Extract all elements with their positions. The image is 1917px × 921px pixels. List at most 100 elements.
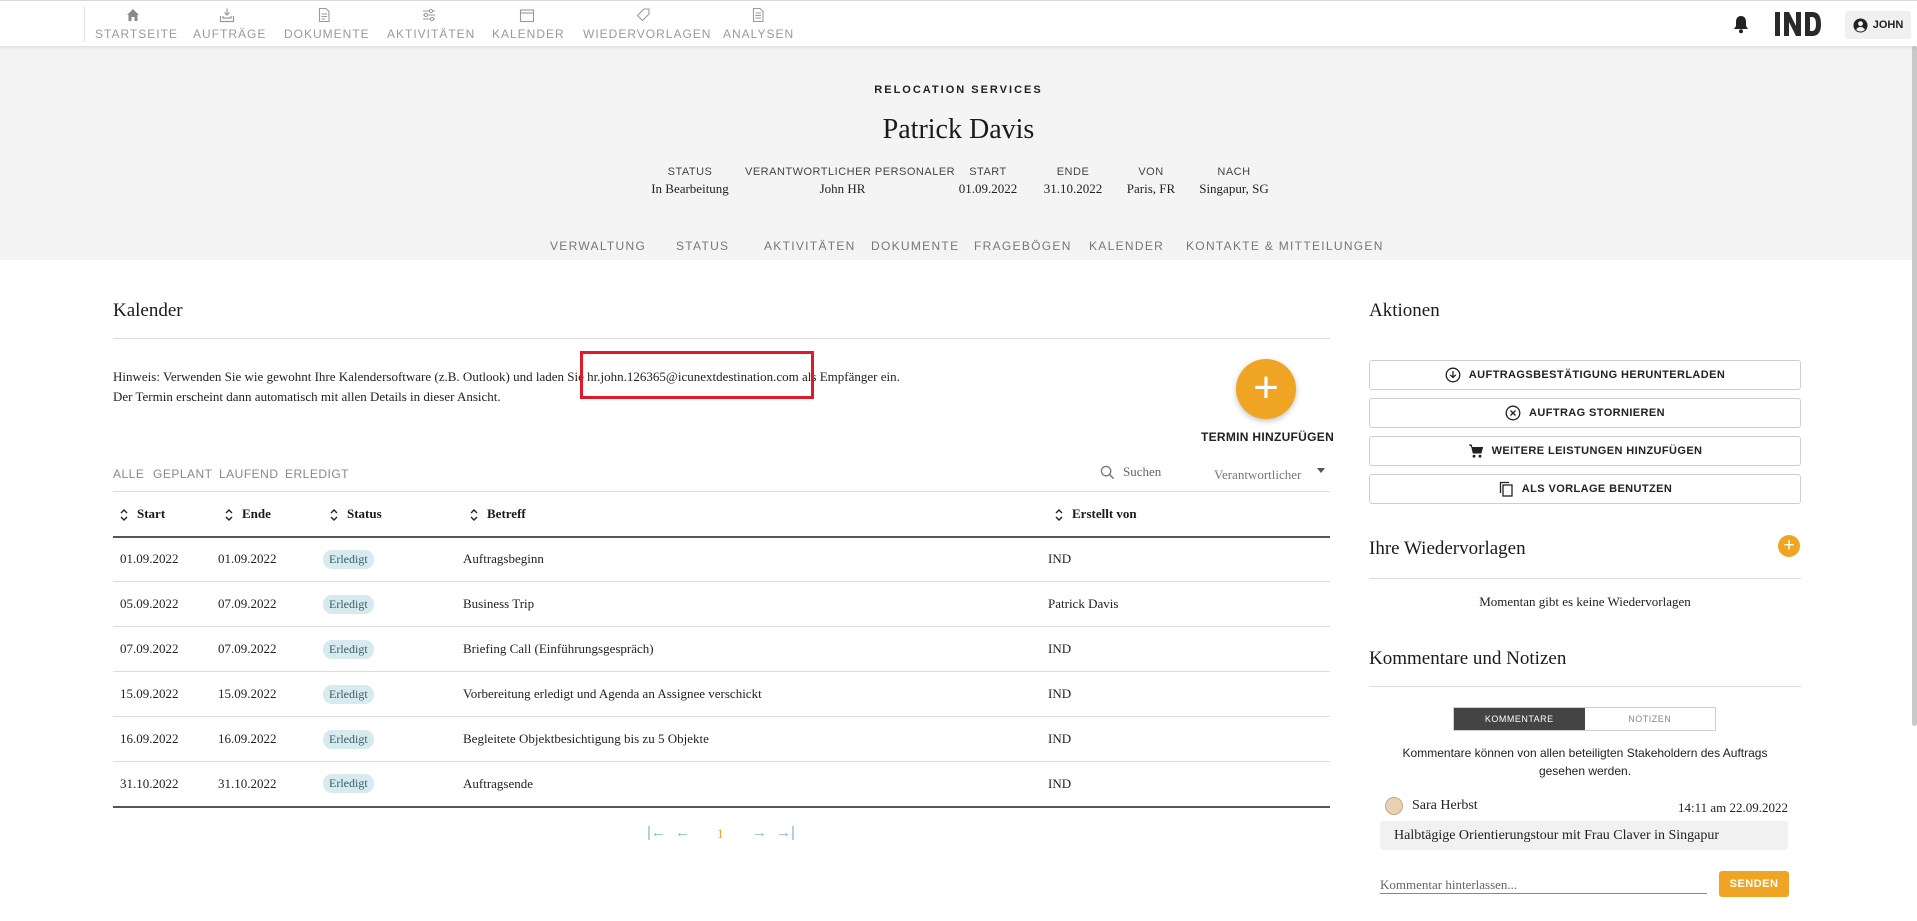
add-appointment-label[interactable]: TERMIN HINZUFÜGEN [1190,430,1345,444]
filter-all[interactable]: ALLE [113,467,144,481]
comment-text: Halbtägige Orientierungstour mit Frau Cl… [1380,821,1788,850]
meta-from: VON Paris, FR [1118,166,1184,197]
cell-end: 07.09.2022 [218,626,323,672]
meta-value: In Bearbeitung [651,181,729,196]
cell-creator: IND [1048,716,1330,762]
column-label: Ende [242,505,271,521]
table-row[interactable]: 05.09.2022 07.09.2022 Erledigt Business … [113,581,1330,627]
email-highlight-box [580,351,814,399]
status-badge: Erledigt [323,684,374,704]
search-field[interactable]: Suchen [1100,464,1161,480]
chevron-down-icon[interactable] [1317,468,1325,473]
filter-planned[interactable]: GEPLANT [153,467,213,481]
comment-input[interactable] [1380,876,1707,894]
column-label: Erstellt von [1072,505,1137,521]
cancel-order-button[interactable]: AUFTRAG STORNIEREN [1369,398,1801,428]
user-name: JOHN [1872,19,1904,31]
nav-item-auftraege[interactable]: AUFTRÄGE [193,7,265,43]
add-reminder-button[interactable]: + [1778,535,1800,557]
button-label: AUFTRAG STORNIEREN [1529,407,1665,419]
nav-item-startseite[interactable]: STARTSEITE [95,7,177,43]
use-as-template-button[interactable]: ALS VORLAGE BENUTZEN [1369,474,1801,504]
tab-aktivitaeten[interactable]: AKTIVITÄTEN [764,239,856,253]
cell-end: 01.09.2022 [218,536,323,582]
meta-key: ENDE [1056,166,1090,178]
nav-label: DOKUMENTE [284,27,370,41]
tab-notes[interactable]: NOTIZEN [1584,708,1715,730]
tab-verwaltung[interactable]: VERWALTUNG [550,239,646,253]
sort-icon [225,508,233,521]
copy-icon [1499,481,1513,497]
column-label: Status [347,505,382,521]
meta-key: NACH [1217,166,1251,178]
cell-subject: Briefing Call (Einführungsgespräch) [463,626,1048,672]
meta-value: John HR [819,181,866,196]
column-header-subject[interactable]: Betreff [463,491,1048,538]
meta-responsible: VERANTWORTLICHER PERSONALER John HR [745,166,955,197]
tab-comments[interactable]: KOMMENTARE [1454,708,1585,730]
tab-kalender[interactable]: KALENDER [1089,239,1164,253]
button-label: ALS VORLAGE BENUTZEN [1521,483,1673,495]
cell-creator: Patrick Davis [1048,581,1330,627]
pager-current-page[interactable]: 1 [717,826,724,842]
add-appointment-button[interactable]: + [1236,359,1296,419]
nav-item-dokumente[interactable]: DOKUMENTE [284,7,370,43]
tab-kontakte[interactable]: KONTAKTE & MITTEILUNGEN [1186,239,1384,253]
service-type: RELOCATION SERVICES [874,84,1043,96]
case-title: Patrick Davis [882,114,1035,145]
meta-status: STATUS In Bearbeitung [640,166,740,197]
nav-item-wiedervorlagen[interactable]: WIEDERVORLAGEN [583,7,710,43]
page-scrollbar[interactable] [1912,46,1917,726]
filter-running[interactable]: LAUFEND [219,467,279,481]
column-header-status[interactable]: Status [323,491,463,538]
add-services-button[interactable]: WEITERE LEISTUNGEN HINZUFÜGEN [1369,436,1801,466]
pager-last-button[interactable]: →| [776,824,795,841]
tab-dokumente[interactable]: DOKUMENTE [871,239,959,253]
user-menu-button[interactable]: JOHN [1845,11,1911,39]
column-header-end[interactable]: Ende [218,491,323,538]
section-divider [1369,686,1801,687]
download-confirmation-button[interactable]: AUFTRAGSBESTÄTIGUNG HERUNTERLADEN [1369,360,1801,390]
bell-icon[interactable] [1732,14,1750,34]
nav-item-kalender[interactable]: KALENDER [492,7,564,43]
table-row[interactable]: 07.09.2022 07.09.2022 Erledigt Briefing … [113,626,1330,672]
company-logo [1774,10,1822,38]
nav-label: AKTIVITÄTEN [387,27,476,41]
pager-first-button[interactable]: |← [647,824,666,841]
meta-key: START [969,166,1007,178]
nav-item-analysen[interactable]: ANALYSEN [723,7,793,43]
sort-icon [120,508,128,521]
status-badge: Erledigt [323,549,374,569]
cell-start: 15.09.2022 [113,671,218,717]
pager-prev-button[interactable]: ← [675,824,690,841]
filter-done[interactable]: ERLEDIGT [285,467,349,481]
cell-subject: Auftragsende [463,761,1048,808]
table-row[interactable]: 15.09.2022 15.09.2022 Erledigt Vorbereit… [113,671,1330,717]
comment-author-name: Sara Herbst [1412,798,1478,813]
download-circle-icon [1445,367,1461,383]
column-label: Betreff [487,505,526,521]
actions-title: Aktionen [1369,300,1440,321]
table-row[interactable]: 01.09.2022 01.09.2022 Erledigt Auftragsb… [113,536,1330,582]
send-comment-button[interactable]: SENDEN [1719,871,1789,897]
cell-start: 31.10.2022 [113,761,218,808]
table-row[interactable]: 16.09.2022 16.09.2022 Erledigt Begleitet… [113,716,1330,762]
comments-info-text: Kommentare können von allen beteiligten … [1402,746,1768,778]
column-header-start[interactable]: Start [113,491,218,538]
column-header-creator[interactable]: Erstellt von [1048,491,1330,538]
responsible-filter[interactable]: Verantwortlicher [1214,467,1301,483]
pager-next-button[interactable]: → [752,824,767,841]
nav-divider [84,6,85,42]
tab-frageboegen[interactable]: FRAGEBÖGEN [974,239,1072,253]
table-row[interactable]: 31.10.2022 31.10.2022 Erledigt Auftragse… [113,761,1330,808]
sort-icon [1055,508,1063,521]
nav-item-aktivitaeten[interactable]: AKTIVITÄTEN [387,7,476,43]
sliders-icon [387,7,471,25]
status-badge: Erledigt [323,594,374,614]
status-badge: Erledigt [323,774,374,794]
cancel-circle-icon [1505,405,1521,421]
comment-author: Sara Herbst [1385,797,1478,815]
tab-status[interactable]: STATUS [676,239,729,253]
calendar-icon [492,7,562,25]
cell-end: 07.09.2022 [218,581,323,627]
